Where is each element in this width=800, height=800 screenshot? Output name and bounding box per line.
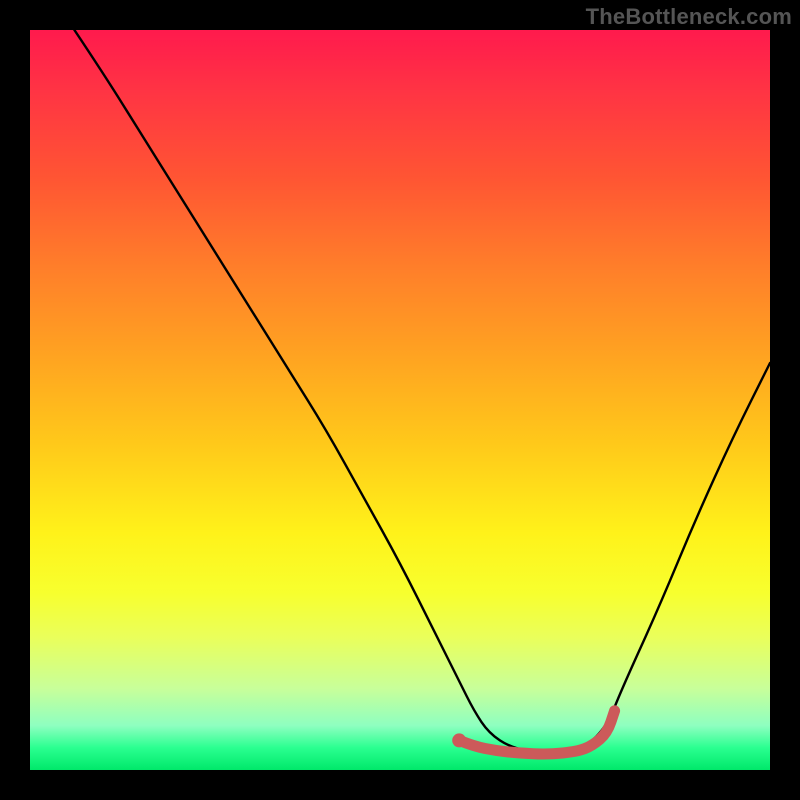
- bottleneck-curve: [74, 30, 770, 753]
- plot-area: [30, 30, 770, 770]
- optimal-start-dot: [452, 733, 466, 747]
- optimal-range-marker: [459, 711, 614, 754]
- chart-frame: TheBottleneck.com: [0, 0, 800, 800]
- watermark-text: TheBottleneck.com: [586, 4, 792, 30]
- chart-svg: [30, 30, 770, 770]
